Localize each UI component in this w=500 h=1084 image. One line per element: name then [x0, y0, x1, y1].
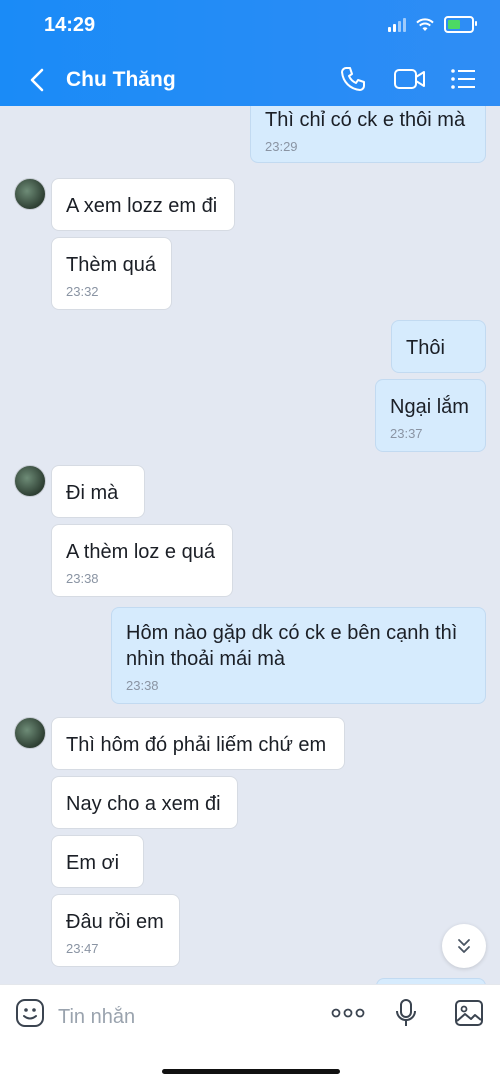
avatar[interactable]	[14, 465, 46, 497]
message-bubble-outgoing[interactable]: Thôi	[391, 320, 486, 373]
cellular-signal-icon	[388, 17, 406, 32]
home-indicator	[162, 1069, 340, 1074]
video-camera-icon	[394, 69, 425, 89]
message-bubble-outgoing[interactable]: Hôm nào gặp dk có ck e bên cạnh thì nhìn…	[111, 607, 486, 704]
composer-bar	[0, 984, 500, 1084]
more-dots-icon	[331, 1008, 365, 1018]
chat-options-button[interactable]	[446, 62, 480, 96]
voice-message-button[interactable]	[392, 997, 420, 1029]
image-icon	[455, 1000, 483, 1026]
message-text: Đâu rồi em	[66, 911, 164, 933]
voice-call-button[interactable]	[336, 62, 370, 96]
status-icons	[388, 16, 477, 33]
video-call-button[interactable]	[390, 62, 430, 96]
scroll-to-bottom-button[interactable]	[442, 924, 486, 968]
back-button[interactable]	[26, 62, 54, 98]
contact-name: Chu Thăng	[66, 68, 176, 91]
battery-icon	[444, 16, 477, 33]
message-text: Nay cho a xem đi	[66, 793, 221, 815]
message-bubble-outgoing[interactable]: Thì chỉ có ck e thôi mà 23:29	[250, 106, 486, 163]
message-text: Thèm quá	[66, 254, 157, 276]
message-time: 23:32	[66, 284, 99, 299]
message-text: Đi mà	[66, 482, 119, 504]
message-time: 23:38	[126, 678, 159, 693]
message-text: Hôm nào gặp dk có ck e bên cạnh thì nhìn…	[126, 622, 458, 670]
list-menu-icon	[451, 69, 475, 89]
message-text: A xem lozz em đi	[66, 195, 218, 217]
message-text: Thì chỉ có ck e thôi mà	[265, 109, 466, 131]
message-input[interactable]	[56, 1001, 320, 1033]
message-bubble-outgoing[interactable]: Ngại lắm 23:37	[375, 379, 486, 452]
message-text: Thôi	[406, 337, 445, 359]
send-image-button[interactable]	[453, 997, 485, 1029]
back-arrow-icon	[30, 68, 44, 92]
message-bubble-incoming[interactable]: Em ơi	[51, 835, 144, 888]
sticker-icon	[16, 999, 44, 1027]
message-text: Em ơi	[66, 852, 120, 874]
wifi-icon	[416, 17, 434, 31]
more-options-button[interactable]	[330, 997, 366, 1029]
microphone-icon	[396, 999, 416, 1026]
message-time: 23:29	[265, 139, 298, 154]
message-time: 23:37	[390, 426, 423, 441]
phone-icon	[341, 67, 365, 91]
status-time: 14:29	[44, 14, 96, 36]
message-bubble-incoming[interactable]: Thì hôm đó phải liếm chứ em	[51, 717, 345, 770]
message-bubble-incoming[interactable]: Nay cho a xem đi	[51, 776, 238, 829]
avatar[interactable]	[14, 717, 46, 749]
chevron-down-double-icon	[458, 939, 470, 953]
chat-header: 14:29 Chu Thăng	[0, 0, 500, 106]
message-bubble-incoming[interactable]: Đi mà	[51, 465, 145, 518]
message-time: 23:47	[66, 941, 99, 956]
message-time: 23:38	[66, 571, 99, 586]
message-bubble-incoming[interactable]: Đâu rồi em 23:47	[51, 894, 180, 967]
message-bubble-incoming[interactable]: Thèm quá 23:32	[51, 237, 172, 310]
message-list[interactable]: Thì chỉ có ck e thôi mà 23:29 A xem lozz…	[0, 106, 500, 984]
message-text: Thì hôm đó phải liếm chứ em	[66, 734, 327, 756]
sticker-button[interactable]	[14, 997, 46, 1029]
message-bubble-incoming[interactable]: A thèm loz e quá 23:38	[51, 524, 233, 597]
message-bubble-incoming[interactable]: A xem lozz em đi	[51, 178, 235, 231]
message-text: A thèm loz e quá	[66, 541, 215, 563]
message-text: Ngại lắm	[390, 396, 469, 418]
avatar[interactable]	[14, 178, 46, 210]
